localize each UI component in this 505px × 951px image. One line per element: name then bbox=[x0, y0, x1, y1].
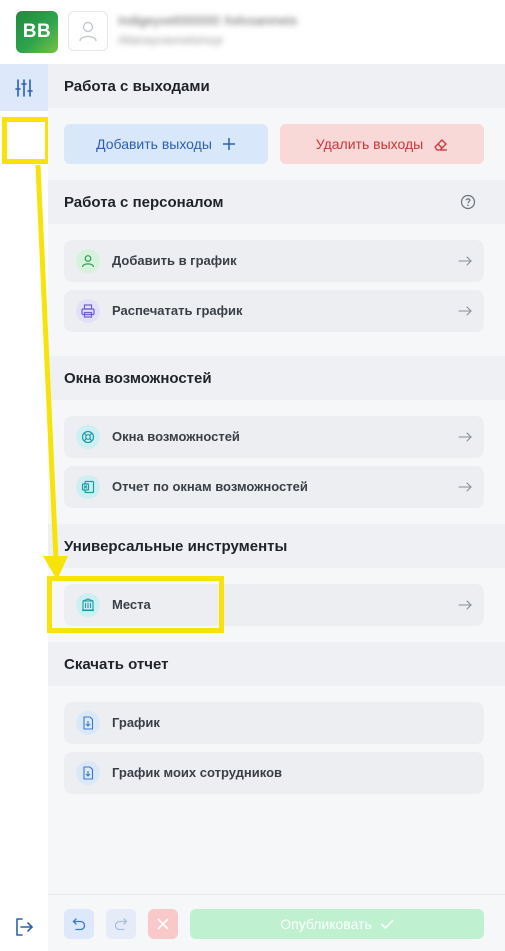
redo-button[interactable] bbox=[106, 909, 136, 939]
lifebuoy-icon bbox=[76, 425, 100, 449]
logo-text: BB bbox=[22, 21, 52, 42]
user-role: Allanayvavnelsinoyi bbox=[118, 33, 223, 47]
cancel-button[interactable] bbox=[148, 909, 178, 939]
arrow-right-icon bbox=[458, 600, 472, 610]
add-exits-button[interactable]: Добавить выходы bbox=[64, 124, 268, 164]
sliders-icon bbox=[15, 78, 33, 97]
avatar[interactable] bbox=[68, 11, 108, 51]
publish-button[interactable]: Опубликовать bbox=[190, 909, 484, 939]
user-icon bbox=[76, 249, 100, 273]
section-title-tools: Универсальные инструменты bbox=[64, 538, 288, 555]
annotation-highlight-box bbox=[47, 576, 224, 633]
section-title-download: Скачать отчет bbox=[64, 656, 169, 673]
left-rail bbox=[0, 64, 50, 951]
menu-item-label: График моих сотрудников bbox=[112, 765, 283, 780]
help-icon[interactable] bbox=[460, 194, 476, 210]
menu-item-label: Распечатать график bbox=[112, 303, 243, 318]
menu-item-label: Окна возможностей bbox=[112, 429, 240, 444]
section-title-staff: Работа с персоналом bbox=[64, 194, 224, 211]
menu-item-print-schedule[interactable]: Распечатать график bbox=[64, 290, 484, 332]
app-logo[interactable]: BB bbox=[16, 11, 58, 53]
logout-icon bbox=[16, 918, 33, 936]
plus-icon bbox=[222, 138, 235, 150]
delete-exits-button[interactable]: Удалить выходы bbox=[280, 124, 484, 164]
menu-item-label: График bbox=[112, 715, 160, 730]
section-title-windows: Окна возможностей bbox=[64, 370, 212, 387]
publish-label: Опубликовать bbox=[280, 916, 372, 932]
undo-icon bbox=[72, 918, 86, 931]
logout-button[interactable] bbox=[12, 915, 36, 939]
menu-item-download-schedule[interactable]: График bbox=[64, 702, 484, 744]
add-exits-label: Добавить выходы bbox=[96, 136, 212, 152]
redo-icon bbox=[114, 918, 128, 931]
eraser-icon bbox=[434, 138, 448, 151]
arrow-right-icon bbox=[458, 306, 472, 316]
arrow-right-icon bbox=[458, 432, 472, 442]
section-title-exits: Работа с выходами bbox=[64, 78, 210, 95]
menu-item-add-to-schedule[interactable]: Добавить в график bbox=[64, 240, 484, 282]
user-avatar-icon bbox=[79, 21, 97, 42]
excel-icon bbox=[76, 475, 100, 499]
menu-item-download-my-staff-schedule[interactable]: График моих сотрудников bbox=[64, 752, 484, 794]
undo-button[interactable] bbox=[64, 909, 94, 939]
menu-item-opportunity-windows[interactable]: Окна возможностей bbox=[64, 416, 484, 458]
close-icon bbox=[157, 918, 169, 930]
arrow-right-icon bbox=[458, 256, 472, 266]
app-header: BB Indigeyvel000000 Xelvsanmeis Allanayv… bbox=[0, 0, 505, 64]
user-name: Indigeyvel000000 Xelvsanmeis bbox=[118, 13, 298, 28]
check-icon bbox=[380, 919, 394, 929]
bottom-toolbar: Опубликовать bbox=[48, 894, 505, 951]
file-download-icon bbox=[76, 711, 100, 735]
arrow-right-icon bbox=[458, 482, 472, 492]
rail-annotation-box bbox=[2, 117, 50, 164]
menu-item-label: Добавить в график bbox=[112, 253, 237, 268]
delete-exits-label: Удалить выходы bbox=[315, 136, 424, 152]
menu-item-label: Отчет по окнам возможностей bbox=[112, 479, 308, 494]
file-download-icon bbox=[76, 761, 100, 785]
settings-sliders-button[interactable] bbox=[0, 64, 48, 111]
menu-item-opportunity-windows-report[interactable]: Отчет по окнам возможностей bbox=[64, 466, 484, 508]
printer-icon bbox=[76, 299, 100, 323]
actions-panel: Работа с выходами Добавить выходы Удалит… bbox=[48, 64, 505, 894]
